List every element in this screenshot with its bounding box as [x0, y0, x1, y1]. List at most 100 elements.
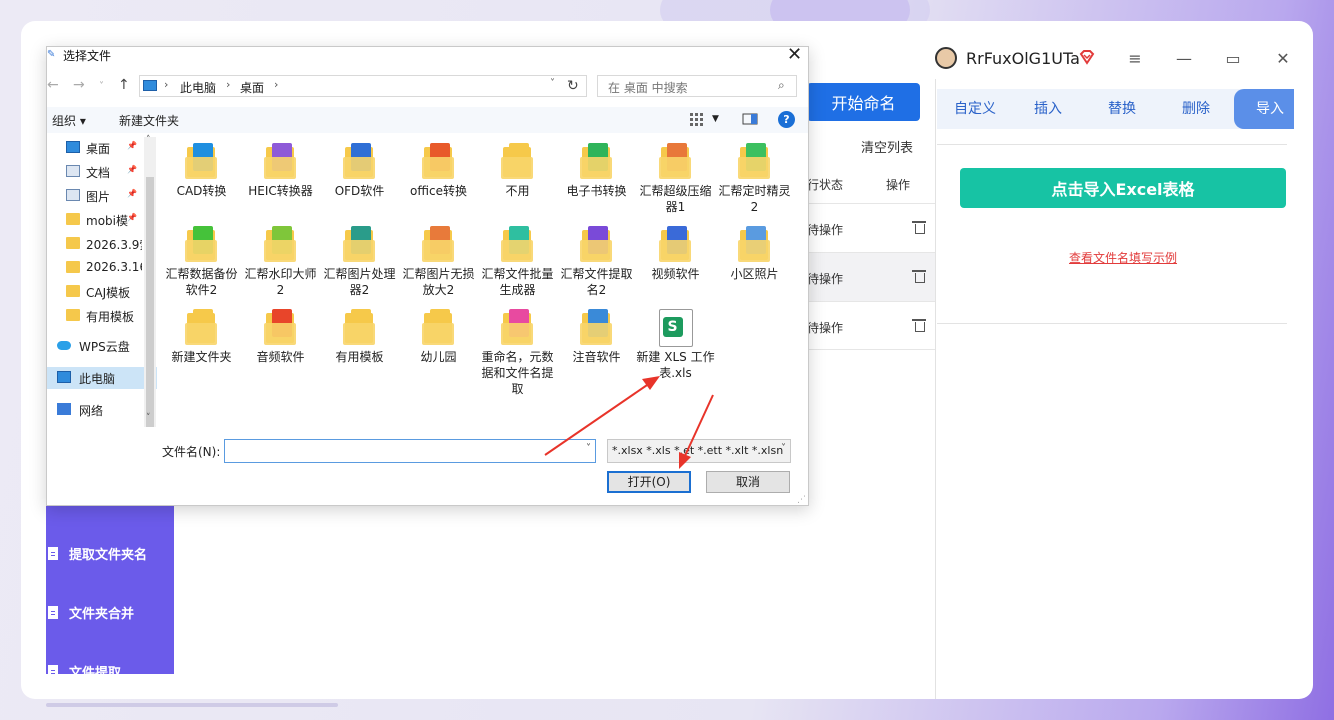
up-arrow-icon[interactable]: ↑	[118, 77, 130, 93]
vip-diamond-icon[interactable]	[1079, 49, 1095, 65]
file-item[interactable]: 汇帮文件提取名2	[557, 226, 636, 298]
chevron-up-icon[interactable]: ˄	[146, 135, 151, 145]
folder-front	[500, 157, 533, 179]
minimize-icon[interactable]: —	[1174, 49, 1194, 69]
close-icon[interactable]: ✕	[1273, 49, 1293, 69]
nav-item[interactable]: 2026.3.16.	[47, 257, 157, 279]
chevron-down-icon[interactable]: ˅	[146, 413, 151, 423]
help-icon[interactable]: ?	[778, 111, 795, 128]
trash-icon[interactable]	[912, 269, 926, 283]
breadcrumb-desktop[interactable]: 桌面	[240, 79, 264, 96]
pin-icon[interactable]: 📌	[127, 141, 137, 150]
sidebar-item-label: 文件夹合并	[69, 606, 135, 622]
file-type-value: *.xlsx *.xls *.et *.ett *.xlt *.xlsn	[612, 444, 784, 457]
scrollbar[interactable]: ˄ ˅	[144, 135, 156, 427]
maximize-icon[interactable]: ▭	[1223, 49, 1243, 69]
close-icon[interactable]: ✕	[787, 44, 802, 65]
nav-item[interactable]: WPS云盘	[47, 335, 157, 357]
file-item[interactable]: 有用模板	[320, 309, 399, 365]
file-item[interactable]: 汇帮图片无损放大2	[399, 226, 478, 298]
tab-replace[interactable]: 替换	[1108, 89, 1136, 129]
clear-list-button[interactable]: 清空列表	[861, 137, 913, 156]
file-item[interactable]: 重命名，元数据和文件名提取	[478, 309, 557, 397]
tab-custom[interactable]: 自定义	[954, 89, 996, 129]
file-item[interactable]: OFD软件	[320, 143, 399, 199]
file-item[interactable]: 新建文件夹	[162, 309, 241, 365]
file-item[interactable]: 汇帮图片处理器2	[320, 226, 399, 298]
cancel-button[interactable]: 取消	[706, 471, 790, 493]
avatar[interactable]	[935, 47, 957, 69]
example-link[interactable]: 查看文件名填写示例	[1069, 249, 1177, 266]
file-item[interactable]: 不用	[478, 143, 557, 199]
file-item[interactable]: 汇帮数据备份软件2	[162, 226, 241, 298]
trash-icon[interactable]	[912, 318, 926, 332]
tab-delete[interactable]: 删除	[1182, 89, 1210, 129]
menu-icon[interactable]: ≡	[1125, 49, 1145, 69]
folder-front	[579, 323, 612, 345]
preview-pane-icon[interactable]	[742, 112, 758, 126]
document-icon	[66, 165, 80, 177]
nav-item[interactable]: CAJ模板	[47, 281, 157, 303]
nav-item[interactable]: 文档 📌	[47, 161, 157, 183]
forward-arrow-icon[interactable]: →	[73, 77, 85, 93]
sidebar-item-extract-files[interactable]: 文件提取	[46, 656, 174, 686]
chevron-down-icon[interactable]: ˅	[550, 78, 555, 89]
file-item[interactable]: CAD转换	[162, 143, 241, 199]
nav-item[interactable]: 2026.3.9索	[47, 233, 157, 255]
nav-item[interactable]: 此电脑	[47, 367, 157, 389]
nav-item[interactable]: 图片 📌	[47, 185, 157, 207]
pin-icon[interactable]: 📌	[127, 189, 137, 198]
new-folder-button[interactable]: 新建文件夹	[119, 112, 179, 129]
folder-icon	[184, 143, 219, 179]
file-item[interactable]: HEIC转换器	[241, 143, 320, 199]
address-bar[interactable]: › 此电脑 › 桌面 › ˅	[139, 75, 587, 97]
xls-file-icon: S	[658, 309, 693, 347]
refresh-icon[interactable]: ↻	[567, 78, 579, 94]
chevron-down-icon[interactable]: ▼	[712, 114, 719, 124]
filename-input[interactable]: ˅	[224, 439, 596, 463]
tab-insert[interactable]: 插入	[1034, 89, 1062, 129]
file-type-select[interactable]: *.xlsx *.xls *.et *.ett *.xlt *.xlsn ˅	[607, 439, 791, 463]
view-grid-icon[interactable]	[689, 112, 705, 126]
chevron-down-icon[interactable]: ˅	[99, 81, 104, 92]
file-item[interactable]: 汇帮超级压缩器1	[636, 143, 715, 215]
file-item[interactable]: 汇帮定时精灵2	[715, 143, 794, 215]
sidebar-item-extract-folder-name[interactable]: 提取文件夹名	[46, 538, 174, 568]
file-item[interactable]: S 新建 XLS 工作表.xls	[636, 309, 715, 381]
file-name: CAD转换	[176, 184, 227, 198]
nav-item[interactable]: 有用模板	[47, 305, 157, 327]
nav-item[interactable]: 桌面 📌	[47, 137, 157, 159]
folder-icon	[421, 309, 456, 345]
file-item[interactable]: 视频软件	[636, 226, 715, 282]
trash-icon[interactable]	[912, 220, 926, 234]
file-item[interactable]: 小区照片	[715, 226, 794, 282]
chevron-down-icon[interactable]: ˅	[586, 443, 591, 454]
import-excel-button[interactable]: 点击导入Excel表格	[960, 168, 1286, 208]
open-button[interactable]: 打开(O)	[607, 471, 691, 493]
file-item[interactable]: 汇帮文件批量生成器	[478, 226, 557, 298]
file-item[interactable]: 汇帮水印大师2	[241, 226, 320, 298]
pin-icon[interactable]: 📌	[127, 165, 137, 174]
folder-front	[658, 240, 691, 262]
file-item[interactable]: 电子书转换	[557, 143, 636, 199]
resize-grip-icon[interactable]: ⋰	[797, 495, 806, 505]
folder-icon	[66, 309, 80, 321]
organize-menu[interactable]: 组织 ▾	[52, 112, 86, 129]
back-arrow-icon[interactable]: ←	[47, 77, 59, 93]
file-name: 电子书转换	[566, 184, 627, 198]
file-item[interactable]: office转换	[399, 143, 478, 199]
pin-icon[interactable]: 📌	[127, 213, 137, 222]
file-item[interactable]: 注音软件	[557, 309, 636, 365]
tab-import[interactable]: 导入	[1234, 89, 1294, 129]
file-item[interactable]: 幼儿园	[399, 309, 478, 365]
sidebar-item-merge-folders[interactable]: 文件夹合并	[46, 597, 174, 627]
nav-item[interactable]: mobi模 📌	[47, 209, 157, 231]
breadcrumb-this-pc[interactable]: 此电脑	[180, 79, 216, 96]
column-header-actions: 操作	[886, 178, 911, 192]
scrollbar-thumb[interactable]	[146, 177, 154, 427]
nav-item[interactable]: 网络	[47, 399, 157, 421]
search-input[interactable]: 在 桌面 中搜索 ⌕	[597, 75, 797, 97]
start-rename-button[interactable]: 开始命名	[807, 83, 920, 121]
file-item[interactable]: 音频软件	[241, 309, 320, 365]
folder-front	[263, 323, 296, 345]
